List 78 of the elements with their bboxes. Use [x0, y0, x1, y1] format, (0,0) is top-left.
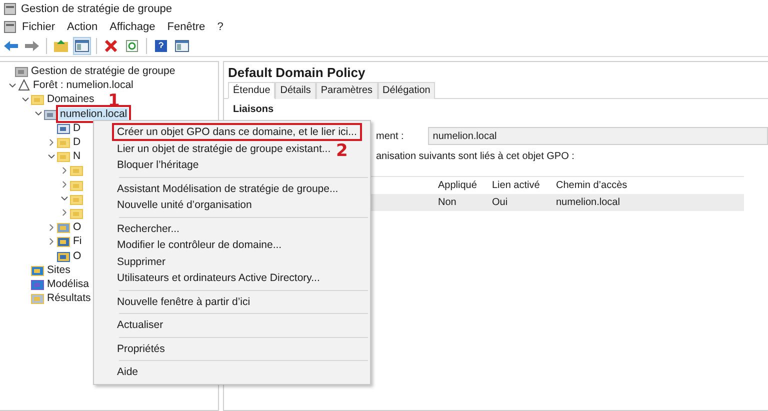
folder-icon: [70, 206, 83, 219]
folder-icon: [31, 93, 44, 106]
location-field[interactable]: numelion.local: [428, 127, 768, 145]
delete-icon: [105, 40, 117, 52]
context-menu-item[interactable]: Actualiser: [114, 318, 166, 332]
tree-item[interactable]: numelion.local: [59, 108, 128, 120]
tab[interactable]: Paramètres: [316, 82, 378, 99]
context-menu-item[interactable]: Bloquer l’héritage: [114, 158, 202, 172]
gpo-icon: [57, 122, 70, 134]
context-menu-item[interactable]: Créer un objet GPO dans ce domaine, et le lier ici...: [114, 125, 360, 140]
tree-item[interactable]: D: [72, 122, 82, 134]
console-icon: [15, 65, 28, 78]
context-menu-item[interactable]: Modifier le contrôleur de domaine...: [114, 238, 285, 252]
toolbar-button[interactable]: [173, 37, 191, 55]
objects-icon: [57, 221, 70, 234]
forest-icon: [18, 79, 30, 92]
refresh-icon: [126, 40, 138, 52]
sites-icon: [31, 264, 44, 276]
tree-item[interactable]: D: [72, 136, 82, 148]
context-menu-item[interactable]: Nouvelle fenêtre à partir d’ici: [114, 294, 254, 309]
folder-icon: [57, 150, 70, 162]
menu-item[interactable]: Fenêtre: [161, 21, 212, 33]
app-icon: [4, 3, 16, 15]
step-number: 2: [336, 141, 348, 161]
tree-item[interactable]: O: [72, 250, 82, 262]
policy-title: Default Domain Policy: [227, 64, 366, 82]
filter-icon: [57, 235, 70, 248]
menu-item[interactable]: ?: [211, 21, 230, 33]
menu-item[interactable]: Fichier: [16, 21, 62, 33]
table-cell: Oui: [492, 194, 556, 211]
context-menu-item[interactable]: Rechercher...: [114, 222, 182, 236]
folder-icon: [57, 136, 70, 148]
tree-item[interactable]: Forêt : numelion.local: [32, 79, 134, 92]
tab[interactable]: Détails: [275, 82, 316, 99]
menu-item[interactable]: Affichage: [104, 21, 162, 33]
toolbar-button[interactable]: [152, 37, 170, 55]
tab[interactable]: Étendue: [228, 82, 276, 99]
model-icon: [31, 278, 44, 290]
context-menu-item[interactable]: Assistant Modélisation de stratégie de groupe...: [114, 182, 342, 196]
toolbar-button[interactable]: [102, 37, 120, 55]
tree-item[interactable]: Modélisa: [46, 278, 90, 290]
starter-icon: [57, 250, 70, 262]
folder-icon: [70, 192, 83, 205]
app-icon: [4, 21, 16, 33]
caption: anisation suivants sont liés à cet objet GPO :: [375, 151, 576, 162]
tree-item[interactable]: N: [72, 150, 82, 162]
pane-icon: [75, 40, 89, 52]
toolbar-button[interactable]: [52, 37, 70, 55]
pane-icon: [175, 40, 189, 52]
table-cell: Non: [438, 194, 492, 211]
tree-item[interactable]: Fi: [72, 235, 83, 248]
tree-item[interactable]: Résultats: [46, 292, 92, 304]
tree-item[interactable]: Sites: [46, 264, 72, 276]
results-icon: [31, 292, 44, 304]
context-menu-item[interactable]: Lier un objet de stratégie de groupe existant...: [114, 142, 334, 156]
section-heading: Liaisons: [232, 103, 275, 117]
forward-arrow-icon: [25, 41, 39, 51]
tree-item[interactable]: O: [72, 221, 82, 234]
domain-icon: [44, 108, 57, 120]
field-label: ment :: [376, 130, 404, 142]
window-title: Gestion de stratégie de groupe: [21, 3, 172, 15]
folder-icon: [70, 178, 83, 191]
back-arrow-icon: [4, 41, 18, 51]
menu-item[interactable]: Action: [61, 21, 104, 33]
folder-icon: [70, 164, 83, 176]
toolbar-button[interactable]: [123, 37, 141, 55]
folder-icon: [54, 40, 68, 52]
context-menu-item[interactable]: Propriétés: [114, 342, 168, 356]
tree-item[interactable]: Gestion de stratégie de groupe: [30, 65, 176, 78]
context-menu-item[interactable]: Aide: [114, 365, 142, 380]
toolbar-button[interactable]: [73, 37, 91, 55]
tab[interactable]: Délégation: [378, 82, 436, 99]
tree-item[interactable]: Domaines: [46, 93, 96, 106]
context-menu-item[interactable]: Utilisateurs et ordinateurs Active Directory...: [114, 271, 323, 286]
help-icon: [155, 40, 167, 52]
table-cell: numelion.local: [556, 194, 744, 211]
context-menu-item[interactable]: Nouvelle unité d’organisation: [114, 198, 255, 212]
context-menu-item[interactable]: Supprimer: [114, 254, 168, 269]
